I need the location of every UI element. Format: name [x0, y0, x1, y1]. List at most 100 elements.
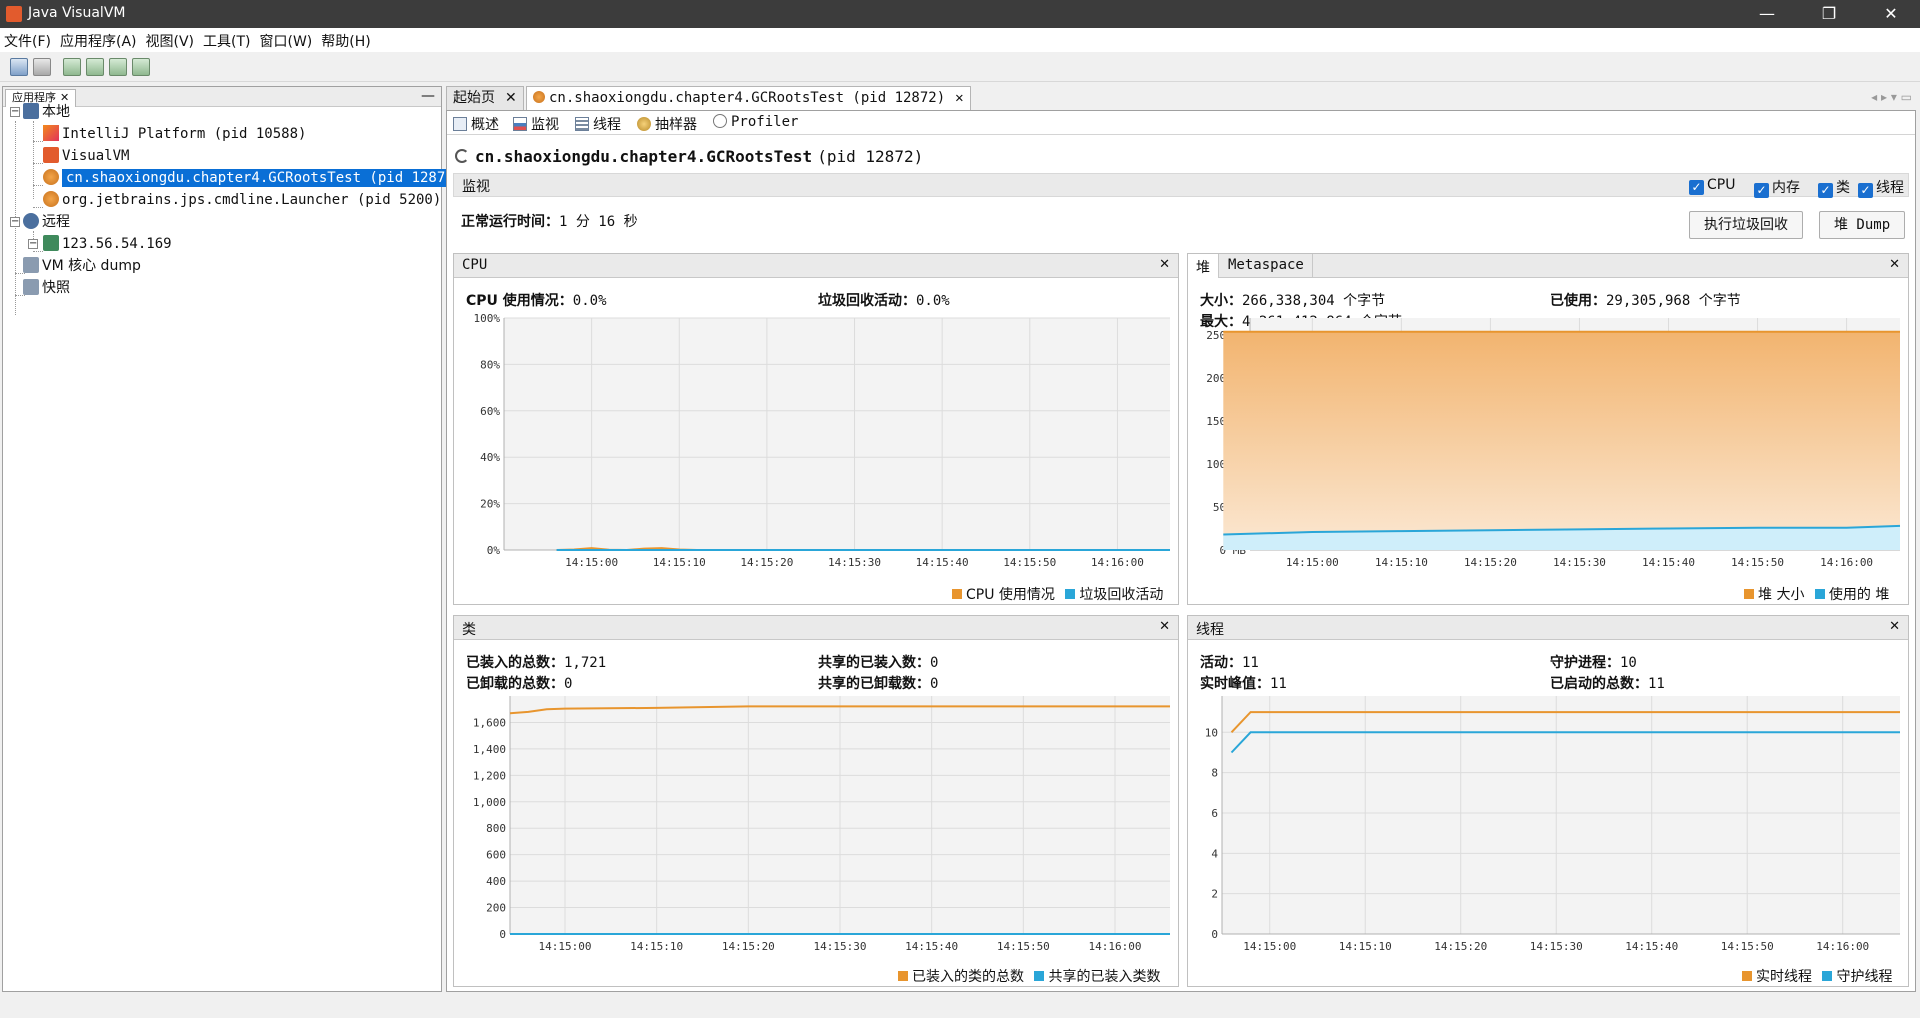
y-tick-label: 40%	[480, 451, 500, 464]
subtab-monitor[interactable]: 监视	[513, 114, 559, 134]
menu-file[interactable]: 文件(F)	[0, 28, 56, 51]
add-jmx-connection-icon[interactable]	[63, 58, 81, 76]
stat-label: 实时峰值：	[1200, 676, 1270, 692]
document-tabs: 起始页 ✕ cn.shaoxiongdu.chapter4.GCRootsTest…	[446, 86, 1920, 110]
java-process-icon	[43, 191, 59, 207]
view-subtabs: 概述 监视 线程 抽样器 Profiler	[447, 111, 1915, 135]
classes-checkbox[interactable]: ✓ 类	[1818, 177, 1850, 198]
tree-node-remote[interactable]: 远程	[23, 211, 70, 233]
monitor-section-bar: 监视 ✓ CPU ✓ 内存 ✓ 类 ✓ 线程	[453, 173, 1909, 198]
y-tick-label: 400	[486, 875, 506, 888]
orange-swatch	[952, 589, 962, 599]
snapshots-icon	[23, 279, 39, 295]
title-bar: Java VisualVM — ❐ ✕	[0, 0, 1920, 28]
tree-node-label: 本地	[42, 104, 70, 120]
y-tick-label: 4	[1211, 847, 1218, 860]
sampler-icon	[637, 117, 651, 131]
threads-checkbox[interactable]: ✓ 线程	[1858, 177, 1904, 198]
remote-hosts-icon	[23, 213, 39, 229]
close-icon[interactable]: ✕	[1889, 619, 1900, 634]
heap-panel-header: 堆 Metaspace ✕	[1188, 254, 1908, 278]
minimize-panel-button[interactable]: —	[421, 88, 435, 104]
menu-applications[interactable]: 应用程序(A)	[56, 28, 142, 51]
tree-node-jps-launcher[interactable]: org.jetbrains.jps.cmdline.Launcher (pid …	[43, 189, 441, 211]
tree-node-intellij[interactable]: IntelliJ Platform (pid 10588)	[43, 123, 306, 145]
minimize-button[interactable]: —	[1744, 2, 1790, 26]
memory-checkbox[interactable]: ✓ 内存	[1754, 177, 1800, 198]
close-icon[interactable]: ✕	[505, 90, 517, 106]
subtab-profiler[interactable]: Profiler	[713, 114, 798, 130]
tab-start-page[interactable]: 起始页 ✕	[446, 86, 524, 110]
stat-label: 已启动的总数：	[1550, 676, 1648, 692]
x-tick-label: 14:15:40	[916, 556, 969, 569]
tab-navigation-controls[interactable]: ◂ ▸ ▾ ▭	[1871, 90, 1912, 104]
subtab-overview[interactable]: 概述	[453, 114, 499, 134]
plot-area	[504, 318, 1170, 550]
tab-metaspace[interactable]: Metaspace	[1220, 254, 1313, 278]
tab-gcrootstest[interactable]: cn.shaoxiongdu.chapter4.GCRootsTest (pid…	[526, 86, 971, 110]
orange-swatch	[1744, 589, 1754, 599]
menu-window[interactable]: 窗口(W)	[256, 28, 318, 51]
heap-dump-button[interactable]: 堆 Dump	[1819, 211, 1906, 239]
add-remote-host-icon[interactable]	[86, 58, 104, 76]
heap-size-stat: 大小：266,338,304 个字节	[1200, 290, 1385, 310]
close-icon[interactable]: ✕	[955, 90, 963, 106]
tree-node-label: VisualVM	[62, 148, 130, 164]
collapse-host-toggle[interactable]: −	[28, 239, 38, 249]
disabled-toolbar-icon	[33, 58, 51, 76]
tree-node-visualvm[interactable]: VisualVM	[43, 145, 129, 167]
loading-spinner-icon	[455, 149, 469, 163]
subtab-threads[interactable]: 线程	[575, 114, 621, 134]
add-snapshot-icon[interactable]	[132, 58, 150, 76]
close-icon[interactable]: ✕	[1159, 257, 1170, 272]
stat-value: 0.0%	[916, 293, 950, 309]
menu-tools[interactable]: 工具(T)	[199, 28, 255, 51]
close-window-button[interactable]: ✕	[1868, 2, 1914, 26]
threads-panel: 线程 ✕ 活动：11 守护进程：10 实时峰值：11 已启动的总数：11 024…	[1187, 615, 1909, 987]
add-vm-coredump-icon[interactable]	[109, 58, 127, 76]
legend-label: 共享的已装入类数	[1048, 969, 1161, 985]
orange-swatch	[1742, 971, 1752, 981]
maximize-button[interactable]: ❐	[1806, 2, 1852, 26]
menu-view[interactable]: 视图(V)	[142, 28, 200, 51]
legend-label: 实时线程	[1756, 969, 1812, 985]
remote-host-icon	[43, 235, 59, 251]
stat-value: 10	[1620, 655, 1637, 671]
threads-chart: 0 2 4 6 8 10 14:15:00 14:15:10 14:15:20 14:15:30 1…	[1205, 696, 1900, 953]
tree-guide-line	[33, 141, 43, 142]
checkmark-icon: ✓	[1858, 183, 1873, 198]
uptime-label: 正常运行时间：	[461, 214, 559, 230]
y-tick-label: 100%	[474, 314, 501, 325]
stat-value: 11	[1242, 655, 1259, 671]
checkmark-icon: ✓	[1818, 183, 1833, 198]
cpu-panel-header: CPU ✕	[454, 254, 1178, 278]
perform-gc-button[interactable]: 执行垃圾回收	[1689, 211, 1803, 239]
collapse-remote-toggle[interactable]: −	[10, 217, 20, 227]
tab-heap[interactable]: 堆	[1188, 254, 1219, 278]
tree-guide-line	[33, 251, 43, 252]
checkbox-label: 内存	[1772, 180, 1800, 196]
tree-node-local[interactable]: 本地	[23, 101, 70, 123]
shared-loaded-stat: 共享的已装入数：0	[818, 652, 938, 672]
tree-node-snapshots[interactable]: 快照	[23, 277, 70, 299]
y-tick-label: 6	[1211, 807, 1218, 820]
tree-node-gcrootstest[interactable]: cn.shaoxiongdu.chapter4.GCRootsTest (pid…	[43, 167, 467, 189]
stat-label: 已使用：	[1550, 293, 1606, 309]
stat-value: 0	[564, 676, 573, 692]
stat-label: 垃圾回收活动：	[818, 293, 916, 309]
menu-help[interactable]: 帮助(H)	[317, 28, 375, 51]
heap-size-area	[1223, 331, 1900, 550]
close-icon[interactable]: ✕	[1889, 257, 1900, 272]
subtab-sampler[interactable]: 抽样器	[637, 114, 697, 134]
collapse-local-toggle[interactable]: −	[10, 107, 20, 117]
x-tick-label: 14:15:10	[630, 940, 683, 953]
legend-label: CPU 使用情况	[966, 587, 1055, 603]
load-snapshot-icon[interactable]	[10, 58, 28, 76]
tree-node-remote-host[interactable]: 123.56.54.169	[43, 233, 172, 255]
threads-icon	[575, 117, 589, 131]
applications-panel: 应用程序 ✕ — − 本地 IntelliJ Platform (pid 1058…	[2, 86, 467, 992]
y-tick-label: 800	[486, 822, 506, 835]
cpu-checkbox[interactable]: ✓ CPU	[1689, 177, 1735, 195]
close-icon[interactable]: ✕	[1159, 619, 1170, 634]
tree-node-vm-coredump[interactable]: VM 核心 dump	[23, 255, 141, 277]
